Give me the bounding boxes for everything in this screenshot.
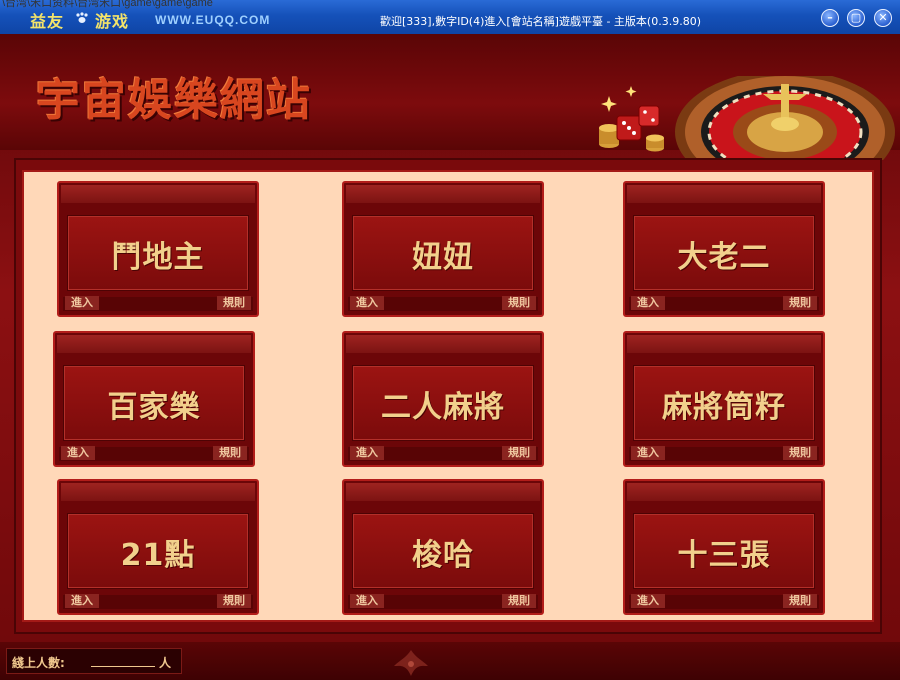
card-header [627, 335, 821, 353]
enter-button[interactable]: 進入 [65, 594, 99, 608]
game-name: 麻將筒籽 [662, 390, 786, 425]
game-name: 大老二 [677, 240, 771, 275]
rules-button[interactable]: 規則 [213, 446, 247, 460]
enter-button[interactable]: 進入 [350, 594, 384, 608]
game-card-doudizhu: 鬥地主 進入 規則 [57, 181, 259, 317]
rules-button[interactable]: 規則 [502, 446, 536, 460]
game-button[interactable]: 十三張 [633, 513, 815, 589]
game-name: 21點 [120, 538, 196, 573]
site-url: WWW.EUQQ.COM [155, 13, 271, 27]
online-count-blank [91, 666, 155, 667]
app-window: \台湾\宋口资料\台湾宋口\game\game\game 益友 游戏 WWW.E… [0, 0, 900, 680]
card-header [627, 185, 821, 203]
card-header [57, 335, 251, 353]
enter-button[interactable]: 進入 [631, 446, 665, 460]
game-button[interactable]: 梭哈 [352, 513, 534, 589]
rules-button[interactable]: 規則 [783, 594, 817, 608]
online-count-box: 綫上人數: 人 [6, 648, 182, 674]
logo-left: 益友 [30, 12, 65, 31]
game-button[interactable]: 麻將筒籽 [633, 365, 815, 441]
game-name: 妞妞 [412, 240, 474, 275]
game-button[interactable]: 大老二 [633, 215, 815, 291]
game-card-blackjack: 21點 進入 規則 [57, 479, 259, 615]
online-unit: 人 [159, 656, 172, 670]
minimize-icon[interactable]: – [821, 9, 839, 27]
game-button[interactable]: 二人麻將 [352, 365, 534, 441]
game-button[interactable]: 21點 [67, 513, 249, 589]
window-title: 歡迎[333],數字ID(4)進入[會站名稱]遊戲平臺 - 主版本(0.3.9.… [380, 15, 701, 28]
game-card-niuniu: 妞妞 進入 規則 [342, 181, 544, 317]
rules-button[interactable]: 規則 [502, 296, 536, 310]
game-card-showhand: 梭哈 進入 規則 [342, 479, 544, 615]
game-button[interactable]: 百家樂 [63, 365, 245, 441]
roulette-wheel-icon [599, 76, 895, 160]
game-card-two-player-mahjong: 二人麻將 進入 規則 [342, 331, 544, 467]
game-card-dalaoer: 大老二 進入 規則 [623, 181, 825, 317]
rules-button[interactable]: 規則 [783, 446, 817, 460]
online-label: 綫上人數: [12, 656, 65, 670]
brand-title: 宇宙娛樂網站 [36, 75, 312, 126]
close-icon[interactable]: ✕ [874, 9, 892, 27]
card-header [346, 335, 540, 353]
game-name: 梭哈 [412, 538, 474, 573]
game-name: 十三張 [677, 538, 771, 573]
rules-button[interactable]: 規則 [217, 594, 251, 608]
game-card-baccarat: 百家樂 進入 規則 [53, 331, 255, 467]
game-name: 二人麻將 [381, 390, 505, 425]
game-button[interactable]: 妞妞 [352, 215, 534, 291]
enter-button[interactable]: 進入 [631, 296, 665, 310]
game-name: 鬥地主 [111, 240, 205, 275]
card-header [346, 185, 540, 203]
rules-button[interactable]: 規則 [783, 296, 817, 310]
card-header [61, 185, 255, 203]
game-button[interactable]: 鬥地主 [67, 215, 249, 291]
rules-button[interactable]: 規則 [502, 594, 536, 608]
game-card-thirteen-cards: 十三張 進入 規則 [623, 479, 825, 615]
game-name: 百家樂 [107, 390, 201, 425]
paw-icon [76, 12, 88, 23]
enter-button[interactable]: 進入 [631, 594, 665, 608]
logo-right: 游戏 [95, 12, 130, 31]
enter-button[interactable]: 進入 [65, 296, 99, 310]
ornament-icon [394, 650, 428, 676]
enter-button[interactable]: 進入 [350, 296, 384, 310]
enter-button[interactable]: 進入 [61, 446, 95, 460]
card-header [346, 483, 540, 501]
enter-button[interactable]: 進入 [350, 446, 384, 460]
card-header [61, 483, 255, 501]
game-card-mahjong-tongzi: 麻將筒籽 進入 規則 [623, 331, 825, 467]
maximize-icon[interactable]: ▢ [847, 9, 865, 27]
rules-button[interactable]: 規則 [217, 296, 251, 310]
card-header [627, 483, 821, 501]
background-path-text: \台湾\宋口资料\台湾宋口\game\game\game [2, 0, 213, 9]
